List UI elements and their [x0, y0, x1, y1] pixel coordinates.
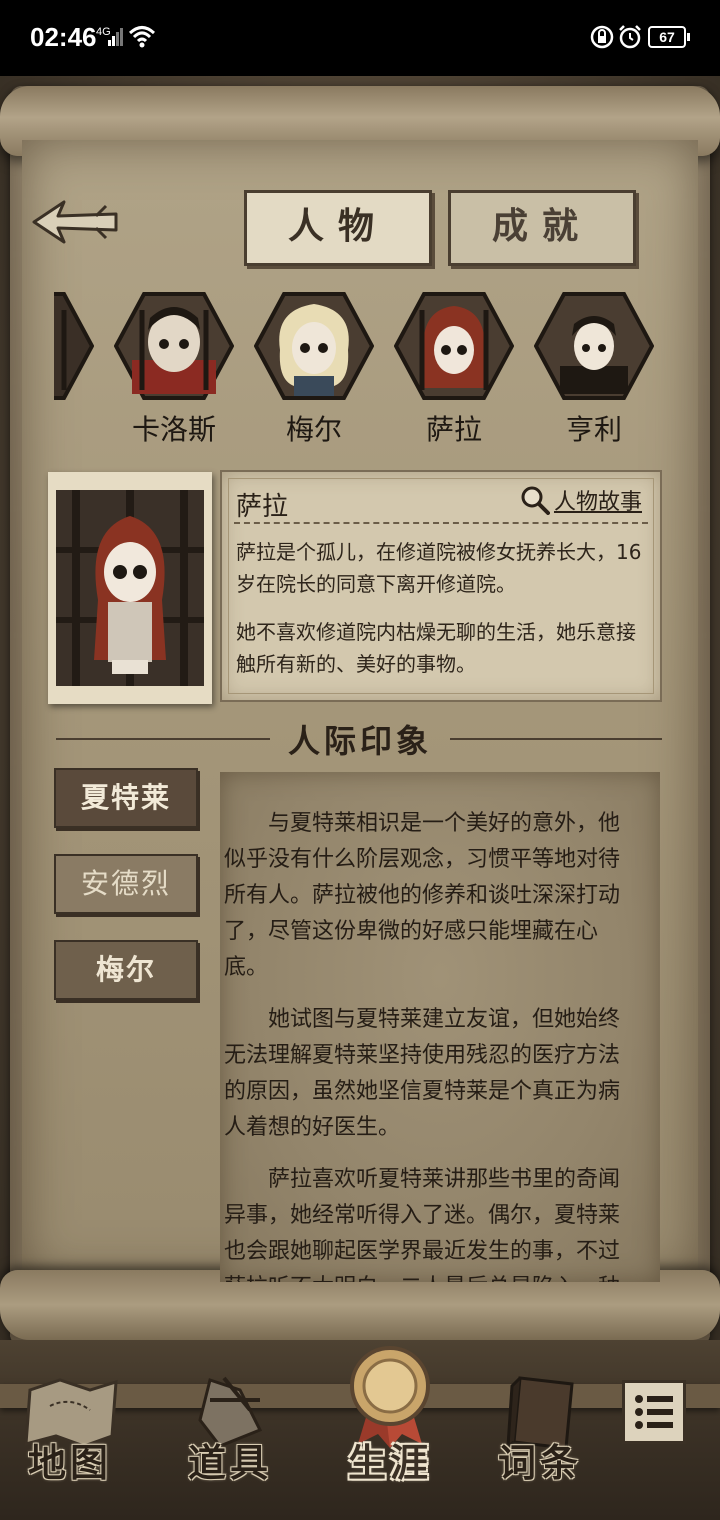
lock-rotation-icon: [590, 25, 614, 49]
character-item[interactable]: 梅尔: [253, 290, 375, 460]
relation-button[interactable]: 安德烈: [54, 854, 198, 914]
back-arrow-icon[interactable]: [30, 196, 120, 248]
bio-paragraph: 萨拉是个孤儿，在修道院被修女抚养长大，16岁在院长的同意下离开修道院。: [236, 540, 642, 596]
menu-button[interactable]: [622, 1380, 686, 1444]
relation-text: 与夏特莱相识是一个美好的意外，他似乎没有什么阶层观念，习惯平等地对待所有人。萨拉…: [224, 806, 636, 1282]
status-bar: 02:46 4G 67: [0, 0, 720, 76]
list-menu-icon: [635, 1395, 673, 1429]
character-name: 烈: [54, 408, 104, 448]
character-item[interactable]: 烈: [54, 290, 95, 460]
bio-paragraph: 她不喜欢修道院内枯燥无聊的生活，她乐意接触所有新的、美好的事物。: [236, 620, 636, 676]
character-name-title: 萨拉: [236, 492, 289, 522]
nav-label: 生涯: [347, 1441, 432, 1485]
battery-indicator: 67: [648, 26, 690, 48]
character-item[interactable]: 亨利: [533, 290, 655, 460]
relation-button[interactable]: 梅尔: [54, 940, 198, 1000]
nav-career[interactable]: 生涯: [320, 1346, 460, 1485]
nav-glossary[interactable]: 词条: [470, 1370, 610, 1485]
nav-label: 词条: [497, 1441, 582, 1485]
character-portrait: [393, 292, 515, 400]
character-name: 萨拉: [425, 413, 482, 446]
tab-achievements[interactable]: 成就: [448, 190, 636, 266]
section-divider-right: [450, 738, 662, 740]
character-portrait-frame: [48, 472, 212, 704]
info-divider: [234, 522, 648, 524]
nav-items[interactable]: 道具: [160, 1370, 300, 1485]
relation-text-panel[interactable]: 与夏特莱相识是一个美好的意外，他似乎没有什么阶层观念，习惯平等地对待所有人。萨拉…: [220, 772, 660, 1282]
character-portrait: [253, 292, 375, 400]
character-portrait: [533, 292, 655, 400]
character-name: 梅尔: [285, 413, 342, 446]
magnifier-icon: [521, 486, 550, 515]
status-time: 02:46: [30, 22, 97, 52]
sara-portrait: [56, 490, 204, 686]
relations-section-title: 人际印象: [287, 722, 432, 760]
nav-map[interactable]: 地图: [0, 1370, 140, 1485]
character-name: 卡洛斯: [131, 413, 216, 446]
character-story-link[interactable]: 人物故事: [520, 484, 642, 516]
relation-paragraph: 她试图与夏特莱建立友谊，但她始终无法理解夏特莱坚持使用残忍的医疗方法的原因，虽然…: [224, 1007, 621, 1140]
nav-label: 道具: [187, 1441, 272, 1485]
nav-label: 地图: [27, 1441, 112, 1485]
tab-people[interactable]: 人物: [244, 190, 432, 266]
character-item[interactable]: 卡洛斯: [113, 290, 235, 460]
story-link-label: 人物故事: [553, 490, 642, 515]
alarm-icon: [619, 25, 641, 49]
signal-icon: [108, 28, 123, 46]
relation-paragraph: 萨拉喜欢听夏特莱讲那些书里的奇闻异事，她经常听得入了迷。偶尔，夏特莱也会跟她聊起…: [224, 1167, 621, 1282]
relation-button-active[interactable]: 夏特莱: [54, 768, 198, 828]
character-info-card: 萨拉 人物故事 萨拉是个孤儿，在修道院被修女抚养长大，16岁在院长的同意下离开修…: [220, 470, 662, 702]
relation-paragraph: 与夏特莱相识是一个美好的意外，他似乎没有什么阶层观念，习惯平等地对待所有人。萨拉…: [224, 811, 621, 980]
character-portrait: [54, 292, 95, 400]
portrait-image: [56, 490, 204, 686]
section-divider-left: [56, 738, 270, 740]
character-item[interactable]: 萨拉: [393, 290, 515, 460]
character-carousel[interactable]: 烈 卡洛斯 梅尔 萨拉: [54, 290, 664, 460]
wifi-icon: [128, 26, 156, 48]
character-name: 亨利: [565, 413, 622, 446]
character-portrait: [113, 292, 235, 400]
